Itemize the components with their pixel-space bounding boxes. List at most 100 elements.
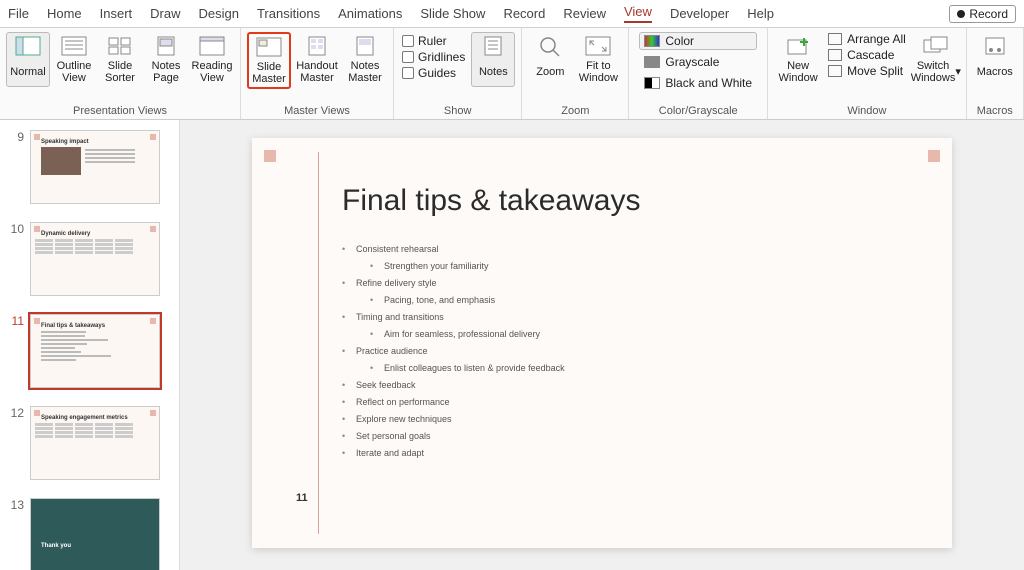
group-label: Master Views [284,105,350,117]
ruler-checkbox[interactable]: Ruler [402,34,465,48]
group-zoom: Zoom Fit to Window Zoom [522,28,629,119]
cascade-button[interactable]: Cascade [828,48,906,62]
handout-master-button[interactable]: Handout Master [293,32,341,87]
notes-icon [479,35,507,57]
current-slide[interactable]: Final tips & takeaways Consistent rehear… [252,138,952,548]
notes-master-icon [351,35,379,57]
normal-view-icon [14,35,42,57]
thumbnail-row[interactable]: 13 Thank you [6,498,173,570]
slide-sorter-icon [106,35,134,57]
menu-slide-show[interactable]: Slide Show [420,6,485,21]
guides-checkbox[interactable]: Guides [402,66,465,80]
new-window-button[interactable]: New Window [774,32,822,87]
workspace: 9Speaking impact10Dynamic delivery11Fina… [0,120,1024,570]
corner-decoration [264,150,276,162]
thumbnail-panel[interactable]: 9 Speaking impact 10 Dynamic delivery 11 Fina… [0,120,180,570]
menu-record[interactable]: Record [503,6,545,21]
thumbnail-number: 13 [6,498,24,512]
group-show: Ruler Gridlines Guides Notes Show [394,28,522,119]
thumbnail-slide[interactable]: Thank you [30,498,160,570]
thumbnail-slide[interactable]: Final tips & takeaways [30,314,160,388]
menu-file[interactable]: File [8,6,29,21]
fit-to-window-button[interactable]: Fit to Window [574,32,622,87]
group-macros: Macros Macros [967,28,1024,119]
slide-bullet: Pacing, tone, and emphasis [370,295,922,305]
zoom-button[interactable]: Zoom [528,32,572,87]
slide-sorter-button[interactable]: Slide Sorter [98,32,142,87]
move-split-icon [828,65,842,77]
arrange-all-button[interactable]: Arrange All [828,32,906,46]
record-button[interactable]: Record [949,5,1016,23]
bw-option[interactable]: Black and White [639,74,757,92]
color-swatch-icon [644,35,660,47]
menu-draw[interactable]: Draw [150,6,180,21]
notes-page-icon [152,35,180,57]
grayscale-swatch-icon [644,56,660,68]
menu-bar: File Home Insert Draw Design Transitions… [0,0,1024,28]
thumbnail-number: 9 [6,130,24,144]
group-label: Macros [977,105,1013,117]
slide-master-button[interactable]: Slide Master [247,32,291,89]
notes-button[interactable]: Notes [471,32,515,87]
slide-bullet: Consistent rehearsal [342,244,922,254]
thumbnail-row[interactable]: 10 Dynamic delivery [6,222,173,296]
slide-bullet: Timing and transitions [342,312,922,322]
group-color-grayscale: Color Grayscale Black and White Color/Gr… [629,28,768,119]
thumbnail-slide[interactable]: Dynamic delivery [30,222,160,296]
thumbnail-number: 12 [6,406,24,420]
switch-windows-icon [922,35,950,57]
macros-button[interactable]: Macros [973,32,1017,87]
group-label: Color/Grayscale [659,105,738,117]
menu-animations[interactable]: Animations [338,6,402,21]
slide-bullet: Explore new techniques [342,414,922,424]
menu-transitions[interactable]: Transitions [257,6,320,21]
thumbnail-number: 11 [6,314,24,328]
group-label: Zoom [561,105,589,117]
menu-home[interactable]: Home [47,6,82,21]
normal-view-button[interactable]: Normal [6,32,50,87]
thumbnail-row[interactable]: 12 Speaking engagement metrics [6,406,173,480]
slide-bullet: Iterate and adapt [342,448,922,458]
handout-master-icon [303,35,331,57]
thumbnail-slide[interactable]: Speaking impact [30,130,160,204]
thumbnail-slide[interactable]: Speaking engagement metrics [30,406,160,480]
thumbnail-row[interactable]: 9 Speaking impact [6,130,173,204]
color-option[interactable]: Color [639,32,757,50]
move-split-button[interactable]: Move Split [828,64,906,78]
menu-view[interactable]: View [624,4,652,23]
slide-bullet: Refine delivery style [342,278,922,288]
menu-developer[interactable]: Developer [670,6,729,21]
arrange-all-icon [828,33,842,45]
slide-bullet: Aim for seamless, professional delivery [370,329,922,339]
notes-master-button[interactable]: Notes Master [343,32,387,87]
thumbnail-row[interactable]: 11 Final tips & takeaways [6,314,173,388]
outline-view-icon [60,35,88,57]
menu-help[interactable]: Help [747,6,774,21]
group-window: New Window Arrange All Cascade Move Spli… [768,28,967,119]
record-dot-icon [957,10,965,18]
reading-view-icon [198,35,226,57]
slide-page-number: 11 [296,492,308,504]
slide-divider-line [318,152,319,534]
menu-insert[interactable]: Insert [100,6,133,21]
outline-view-button[interactable]: Outline View [52,32,96,87]
gridlines-checkbox[interactable]: Gridlines [402,50,465,64]
group-label: Presentation Views [73,105,167,117]
slide-bullet: Set personal goals [342,431,922,441]
group-master-views: Slide Master Handout Master Notes Master… [241,28,394,119]
group-label: Show [444,105,472,117]
slide-bullet: Reflect on performance [342,397,922,407]
slide-master-icon [255,36,283,58]
zoom-icon [536,35,564,57]
record-button-label: Record [969,7,1008,21]
switch-windows-button[interactable]: Switch Windows ▾ [912,32,960,87]
reading-view-button[interactable]: Reading View [190,32,234,87]
notes-page-button[interactable]: Notes Page [144,32,188,87]
ribbon: Normal Outline View Slide Sorter Notes P… [0,28,1024,120]
group-presentation-views: Normal Outline View Slide Sorter Notes P… [0,28,241,119]
thumbnail-number: 10 [6,222,24,236]
menu-review[interactable]: Review [563,6,606,21]
menu-design[interactable]: Design [199,6,239,21]
slide-bullet: Practice audience [342,346,922,356]
grayscale-option[interactable]: Grayscale [639,53,757,71]
